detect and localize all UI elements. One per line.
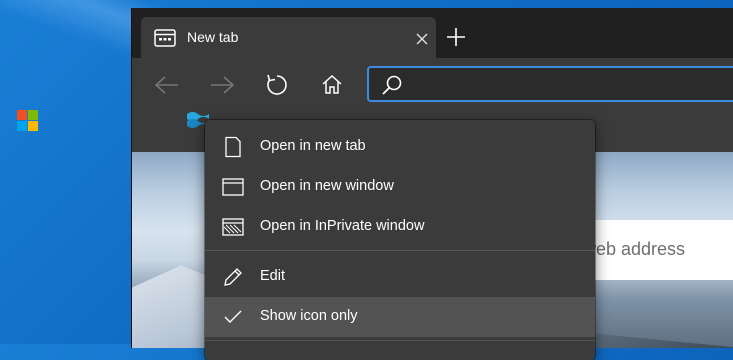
microsoft-favicon[interactable] [17, 110, 38, 131]
menu-item-open-inprivate[interactable]: Open in InPrivate window [205, 207, 595, 247]
menu-item-label: Edit [260, 268, 285, 284]
search-icon [381, 74, 403, 96]
web-search-box[interactable]: r web address [572, 220, 733, 280]
menu-separator [205, 340, 595, 341]
navigation-toolbar [132, 58, 733, 112]
refresh-icon [267, 74, 287, 95]
favorite-context-menu: Open in new tab Open in new window Open … [205, 120, 595, 360]
refresh-button[interactable] [262, 70, 292, 100]
window-icon [222, 176, 244, 198]
new-tab-page-icon [154, 29, 176, 47]
menu-item-open-new-tab[interactable]: Open in new tab [205, 127, 595, 167]
menu-item-label: Open in InPrivate window [260, 218, 425, 234]
new-tab-button[interactable] [445, 26, 467, 48]
menu-item-label: Open in new tab [260, 138, 366, 154]
back-arrow-icon [154, 76, 178, 94]
menu-item-label: Open in new window [260, 178, 394, 194]
close-icon[interactable] [415, 31, 429, 45]
tab-title: New tab [187, 29, 239, 45]
forward-arrow-icon [211, 76, 235, 94]
back-button[interactable] [152, 70, 182, 100]
home-icon [322, 74, 342, 94]
forward-button[interactable] [207, 70, 237, 100]
menu-item-edit[interactable]: Edit [205, 257, 595, 297]
inprivate-window-icon [222, 216, 244, 238]
page-icon [222, 136, 244, 158]
home-button[interactable] [317, 70, 347, 100]
tab-new-tab[interactable]: New tab [141, 17, 436, 59]
menu-separator [205, 250, 595, 251]
menu-item-label: Show icon only [260, 308, 358, 324]
checkmark-icon [222, 306, 244, 328]
pencil-icon [222, 266, 244, 288]
tab-strip: New tab [132, 8, 733, 59]
menu-item-open-new-window[interactable]: Open in new window [205, 167, 595, 207]
address-bar[interactable] [367, 66, 733, 102]
menu-item-show-icon-only[interactable]: Show icon only [205, 297, 595, 337]
plus-icon [447, 28, 465, 46]
